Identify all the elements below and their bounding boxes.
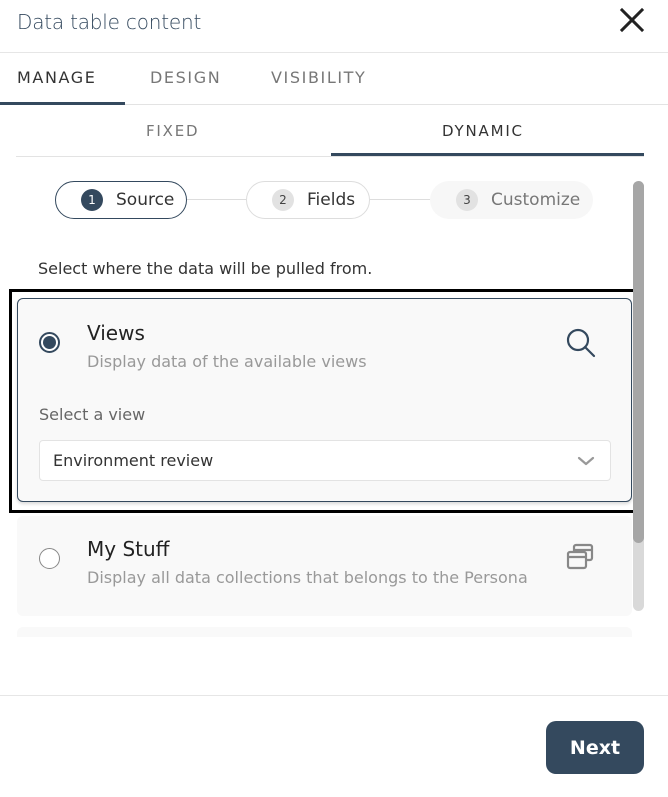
collections-icon (566, 543, 594, 570)
dialog-footer: Next (0, 695, 668, 797)
step-customize[interactable]: 3 Customize (430, 181, 593, 219)
step-fields[interactable]: 2 Fields (246, 181, 370, 219)
active-subtab-indicator (331, 153, 644, 156)
search-icon (566, 328, 596, 358)
dialog-header: Data table content (0, 0, 668, 53)
close-button[interactable] (618, 6, 646, 34)
tab-visibility[interactable]: VISIBILITY (271, 68, 366, 87)
instruction-text: Select where the data will be pulled fro… (38, 259, 373, 278)
source-option-my-stuff[interactable]: My Stuff Display all data collections th… (17, 516, 632, 616)
views-radio[interactable] (39, 332, 60, 353)
source-option-partial (17, 627, 632, 637)
chevron-down-icon (577, 456, 595, 466)
my-stuff-radio[interactable] (39, 548, 60, 569)
step-label: Fields (307, 190, 356, 210)
tab-manage[interactable]: MANAGE (17, 68, 97, 87)
step-number: 2 (272, 189, 294, 211)
step-connector (370, 199, 430, 200)
option-title: My Stuff (87, 537, 170, 561)
option-title: Views (87, 321, 145, 345)
source-type-tabs: FIXED DYNAMIC (16, 105, 644, 157)
view-select[interactable]: Environment review (39, 440, 611, 481)
subtab-fixed[interactable]: FIXED (146, 122, 199, 140)
source-option-views[interactable]: Views Display data of the available view… (17, 298, 632, 502)
next-button[interactable]: Next (546, 721, 644, 774)
view-select-value: Environment review (53, 451, 214, 470)
option-description: Display data of the available views (87, 352, 367, 371)
step-connector (187, 199, 246, 200)
step-label: Source (116, 190, 175, 210)
tab-design[interactable]: DESIGN (150, 68, 221, 87)
step-number: 1 (81, 189, 103, 211)
main-tabs: MANAGE DESIGN VISIBILITY (0, 53, 668, 105)
wizard-stepper: 1 Source 2 Fields 3 Customize (55, 181, 595, 219)
subtab-dynamic[interactable]: DYNAMIC (442, 122, 524, 140)
scrollbar-thumb[interactable] (633, 181, 644, 543)
option-description: Display all data collections that belong… (87, 568, 528, 587)
select-view-label: Select a view (39, 405, 146, 424)
dialog-title: Data table content (17, 10, 202, 34)
step-label: Customize (491, 190, 581, 210)
step-number: 3 (456, 189, 478, 211)
step-source[interactable]: 1 Source (55, 181, 187, 219)
close-icon (619, 7, 645, 33)
